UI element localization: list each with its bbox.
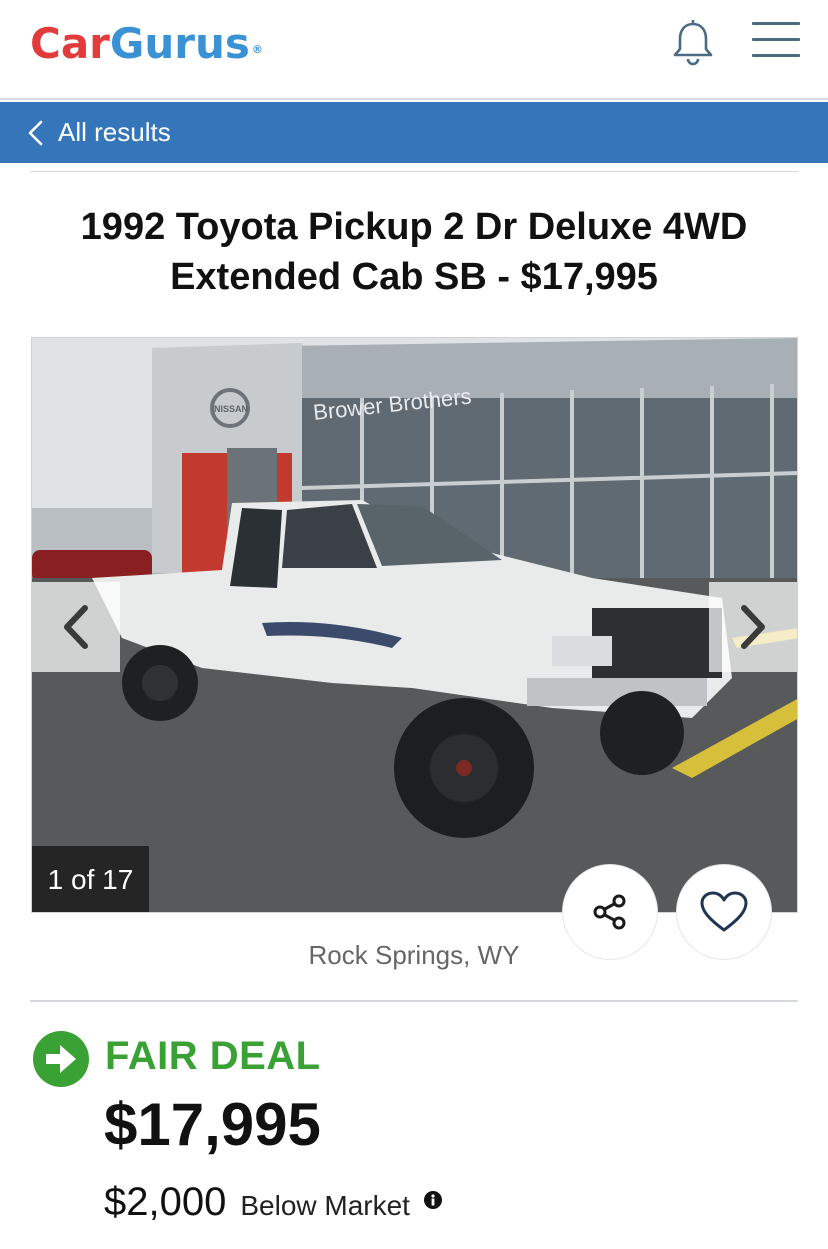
heart-icon xyxy=(700,891,748,932)
cargurus-logo[interactable]: CarGurus ® xyxy=(30,18,263,70)
chevron-left-icon xyxy=(28,120,43,145)
price-difference-label: Below Market xyxy=(240,1190,410,1221)
divider xyxy=(30,171,798,172)
market-comparison: $2,000 Below Market xyxy=(104,1180,410,1225)
dealer-location: Rock Springs, WY xyxy=(308,940,520,970)
info-icon[interactable] xyxy=(424,1191,442,1209)
deal-rating: FAIR DEAL xyxy=(105,1034,321,1078)
listing-title: 1992 Toyota Pickup 2 Dr Deluxe 4WD Exten… xyxy=(80,206,748,298)
share-icon xyxy=(593,894,626,930)
logo-text-gurus: Gurus xyxy=(109,19,250,68)
bell-icon[interactable] xyxy=(668,18,718,68)
back-to-results-link[interactable]: All results xyxy=(0,102,828,163)
chevron-right-icon xyxy=(741,605,765,649)
logo-text-car: Car xyxy=(30,19,110,68)
divider xyxy=(30,1000,798,1002)
next-photo-button[interactable] xyxy=(709,582,797,672)
vehicle-photo: Brower Brothers NISSAN xyxy=(32,338,797,912)
arrow-right-circle-icon xyxy=(33,1031,89,1087)
chevron-left-icon xyxy=(64,605,88,649)
brand-badge-text: NISSAN xyxy=(214,404,248,414)
hamburger-menu-icon[interactable] xyxy=(752,22,800,66)
back-label: All results xyxy=(58,117,171,147)
listing-price: $17,995 xyxy=(104,1091,321,1158)
registered-mark: ® xyxy=(251,43,263,56)
price-difference: $2,000 xyxy=(104,1180,227,1224)
previous-photo-button[interactable] xyxy=(32,582,120,672)
app-header: CarGurus ® xyxy=(0,0,828,100)
photo-counter: 1 of 17 xyxy=(32,846,149,912)
photo-carousel[interactable]: Brower Brothers NISSAN 1 of 17 xyxy=(31,337,798,913)
